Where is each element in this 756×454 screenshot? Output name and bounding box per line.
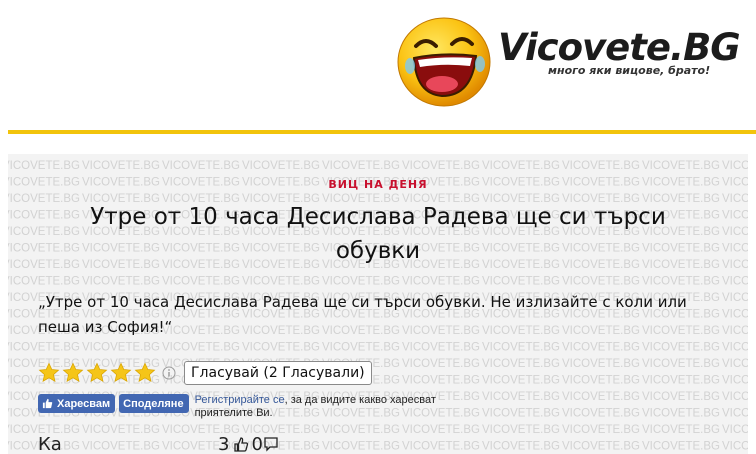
section-kicker: ВИЦ НА ДЕНЯ [8,178,748,191]
header-divider [8,130,756,134]
logo-wordmark: Vicovete.BG [498,26,740,69]
star-icon[interactable] [62,362,84,384]
laughing-face-icon [396,16,492,108]
joke-text: „Утре от 10 часа Десислава Радева ще си … [38,290,728,340]
star-rating[interactable] [38,362,158,384]
category-label[interactable]: Ка [38,434,78,454]
thumbs-up-icon [42,398,53,409]
star-icon[interactable] [86,362,108,384]
comments-count: 0 [251,434,262,454]
facebook-share-button[interactable]: Споделяне [119,394,188,413]
site-header: Vicovete.BG много яки вицове, брато! [0,0,756,135]
logo-slogan: много яки вицове, брато! [548,64,710,77]
star-icon[interactable] [110,362,132,384]
info-icon[interactable] [162,366,176,380]
register-link[interactable]: Регистрирайте се [195,394,285,406]
star-icon[interactable] [38,362,60,384]
facebook-register-note: Регистрирайте се, за да видите какво хар… [195,394,455,420]
star-icon[interactable] [134,362,156,384]
vote-button[interactable]: Гласувай (2 Гласували) [184,361,372,385]
vote-count: 3 [218,434,229,454]
facebook-social-row: Харесвам Споделяне Регистрирайте се, за … [38,394,455,422]
like-outline-icon[interactable] [233,436,249,452]
joke-stats-row: Ка 3 0 [38,434,281,454]
joke-title[interactable]: Утре от 10 часа Десислава Радева ще си т… [48,200,708,268]
site-logo[interactable]: Vicovete.BG много яки вицове, брато! [396,16,706,111]
facebook-like-button[interactable]: Харесвам [38,394,115,413]
joke-of-the-day-card: VICOVETE.BG ВИЦ НА ДЕНЯ Утре от 10 часа … [8,154,748,454]
like-label: Харесвам [57,398,110,410]
rating-row: Гласувай (2 Гласували) [38,360,372,386]
comment-icon[interactable] [263,436,279,452]
share-label: Споделяне [123,398,183,410]
